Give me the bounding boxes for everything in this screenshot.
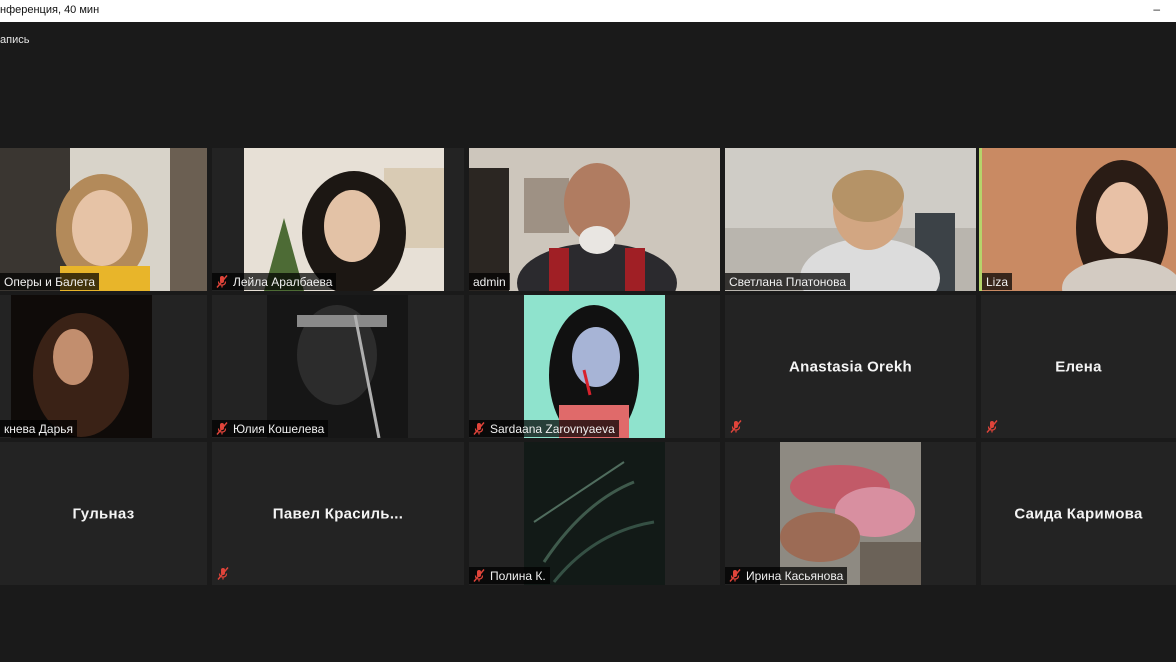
window-title: нференция, 40 мин [0,4,100,16]
participant-video [982,148,1176,291]
participant-video [524,295,665,438]
microphone-muted-icon [473,422,485,435]
participant-name-bar: кнева Дарья [0,420,78,437]
participant-tile[interactable]: кнева Дарья [0,295,207,438]
participant-video [0,148,207,291]
window-titlebar: нференция, 40 мин – [0,0,1176,22]
recording-indicator: апись [0,34,30,46]
participant-tile[interactable]: Anastasia Orekh [725,295,976,438]
participant-tile[interactable]: Гульназ [0,442,207,585]
participant-name-bar: Liza [982,273,1013,290]
participant-name-bar: Лейла Аралбаева [212,273,337,290]
minimize-button[interactable]: – [1153,2,1160,16]
participant-name: admin [473,274,506,289]
participant-name-bar: Светлана Платонова [725,273,851,290]
participant-tile[interactable]: admin [469,148,720,291]
microphone-muted-icon [216,275,228,288]
participant-tile[interactable]: Лейла Аралбаева [212,148,464,291]
participant-name: Саида Каримова [1014,505,1143,522]
participant-name: Лейла Аралбаева [233,274,333,289]
participant-video [11,295,152,438]
microphone-muted-icon [730,420,742,433]
participant-tile[interactable]: Ирина Касьянова [725,442,976,585]
participant-name: Ирина Касьянова [746,568,844,583]
microphone-muted-icon [216,422,228,435]
participant-name-bar: Sardaana Zarovnyaeva [469,420,619,437]
participant-video [780,442,921,585]
microphone-muted-icon [473,569,485,582]
participant-name: Светлана Платонова [729,274,847,289]
participant-video [524,442,665,585]
microphone-muted-icon [986,420,998,433]
participant-video [469,148,720,291]
participant-name: Елена [1055,358,1102,375]
participant-tile[interactable]: Sardaana Zarovnyaeva [469,295,720,438]
participant-name: Оперы и Балета [4,274,96,289]
participant-name: Павел Красиль... [272,505,404,522]
participant-name-bar: Ирина Касьянова [725,567,848,584]
participant-name: Anastasia Orekh [789,358,912,375]
participant-name-bar: Оперы и Балета [0,273,100,290]
participant-name: Гульназ [72,505,135,522]
participant-tile[interactable]: Юлия Кошелева [212,295,464,438]
participant-name-bar: Полина К. [469,567,550,584]
participant-name: Sardaana Zarovnyaeva [490,421,615,436]
microphone-muted-icon [217,567,229,580]
participant-tile[interactable]: Полина К. [469,442,720,585]
participant-tile[interactable]: Елена [981,295,1176,438]
participant-video [244,148,444,291]
participant-tile[interactable]: Саида Каримова [981,442,1176,585]
participant-tile[interactable]: Светлана Платонова [725,148,976,291]
participant-tile[interactable]: Павел Красиль... [212,442,464,585]
participant-name: кнева Дарья [4,421,74,436]
participant-tile-active-speaker[interactable]: Liza [979,148,1176,291]
participant-name: Юлия Кошелева [233,421,325,436]
participant-video [267,295,408,438]
participant-name-bar: admin [469,273,510,290]
participant-name: Liza [986,274,1009,289]
microphone-muted-icon [729,569,741,582]
participant-name: Полина К. [490,568,546,583]
participant-tile[interactable]: Оперы и Балета [0,148,207,291]
participant-video [725,148,976,291]
participant-name-bar: Юлия Кошелева [212,420,329,437]
